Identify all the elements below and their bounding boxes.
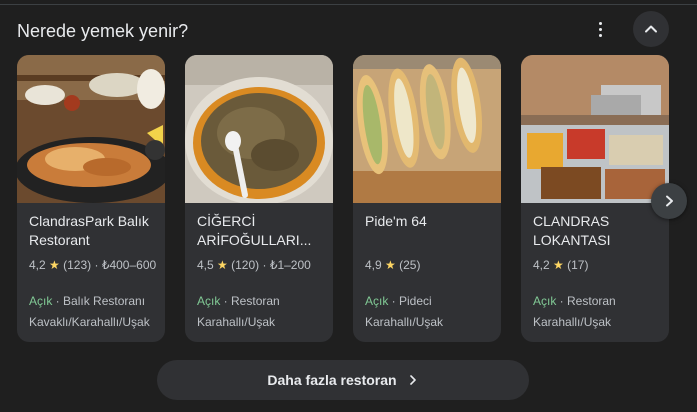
star-icon: ★ bbox=[49, 258, 60, 272]
restaurant-location: Karahallı/Uşak bbox=[365, 315, 444, 329]
restaurant-status: Açık · Restoran bbox=[197, 294, 280, 308]
star-icon: ★ bbox=[553, 258, 564, 272]
restaurant-carousel: ClandrasPark Balık Restorant 4,2 ★ (123)… bbox=[17, 55, 697, 342]
restaurant-rating: 4,2 ★ (123) · ₺400–600 bbox=[29, 258, 157, 272]
restaurant-name: Pide'm 64 bbox=[365, 213, 427, 229]
restaurant-status: Açık · Balık Restoranı bbox=[29, 294, 146, 308]
restaurant-location: Kavaklı/Karahallı/Uşak bbox=[29, 315, 150, 329]
collapse-button[interactable] bbox=[633, 11, 669, 47]
restaurant-status: Açık · Pideci bbox=[365, 294, 432, 308]
restaurant-rating: 4,2 ★ (17) bbox=[533, 258, 589, 272]
chevron-up-icon bbox=[645, 25, 657, 33]
more-restaurants-button[interactable]: Daha fazla restoran bbox=[157, 360, 529, 400]
restaurant-location: Karahallı/Uşak bbox=[533, 315, 612, 329]
restaurant-rating: 4,9 ★ (25) bbox=[365, 258, 421, 272]
restaurant-card[interactable]: Pide'm 64 4,9 ★ (25) Açık · Pideci Karah… bbox=[353, 55, 501, 342]
more-restaurants-label: Daha fazla restoran bbox=[267, 372, 397, 388]
carousel-next-button[interactable] bbox=[651, 183, 687, 219]
restaurant-name: ClandrasPark Balık Restorant bbox=[29, 213, 149, 248]
restaurant-rating: 4,5 ★ (120) · ₺1–200 bbox=[197, 258, 311, 272]
restaurant-location: Karahallı/Uşak bbox=[197, 315, 276, 329]
chevron-right-icon bbox=[407, 374, 419, 386]
restaurant-photo bbox=[17, 55, 165, 203]
restaurant-photo bbox=[521, 55, 669, 203]
restaurant-photo bbox=[353, 55, 501, 203]
top-divider bbox=[0, 4, 697, 5]
restaurant-card[interactable]: ClandrasPark Balık Restorant 4,2 ★ (123)… bbox=[17, 55, 165, 342]
star-icon: ★ bbox=[217, 258, 228, 272]
chevron-right-icon bbox=[666, 195, 673, 207]
more-vert-icon bbox=[598, 21, 602, 25]
restaurant-card[interactable]: CİĞERCİ ARİFOĞULLARI... 4,5 ★ (120) · ₺1… bbox=[185, 55, 333, 342]
restaurant-photo bbox=[185, 55, 333, 203]
restaurant-card[interactable]: CLANDRAS LOKANTASI 4,2 ★ (17) Açık · Res… bbox=[521, 55, 669, 342]
restaurant-status: Açık · Restoran bbox=[533, 294, 616, 308]
more-options-button[interactable] bbox=[590, 13, 610, 45]
restaurant-name: CİĞERCİ ARİFOĞULLARI... bbox=[197, 213, 312, 248]
restaurant-name: CLANDRAS LOKANTASI bbox=[533, 213, 611, 248]
star-icon: ★ bbox=[385, 258, 396, 272]
